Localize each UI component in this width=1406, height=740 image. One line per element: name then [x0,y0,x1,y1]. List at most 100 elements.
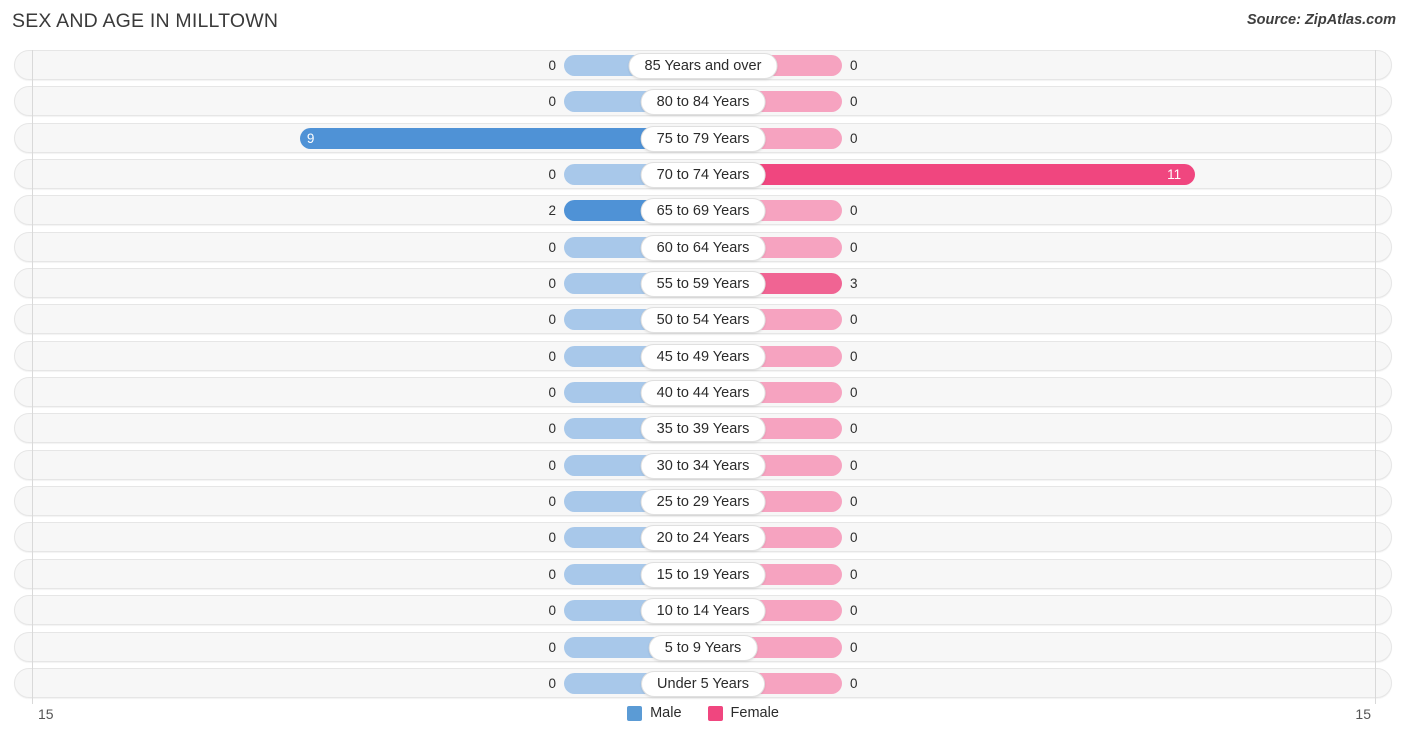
chart-footer: 15 15 Male Female [0,700,1406,740]
legend-item-male[interactable]: Male [627,705,682,721]
age-group-label: 10 to 14 Years [640,598,766,625]
bar-value-male: 0 [548,385,556,401]
bar-track: 0 3 55 to 59 Years [15,269,1391,298]
bar-value-female: 0 [850,94,858,110]
table-row: 0 0 85 Years and over [14,50,1392,80]
table-row: 0 0 35 to 39 Years [14,413,1392,444]
bar-track: 0 0 Under 5 Years [15,669,1391,697]
bar-track: 0 0 30 to 34 Years [15,451,1391,479]
age-group-label: 80 to 84 Years [640,89,766,116]
bar-value-female: 0 [850,421,858,437]
table-row: 2 0 65 to 69 Years [14,195,1392,226]
chart-legend: Male Female [0,705,1406,721]
bar-track: 0 0 50 to 54 Years [15,305,1391,334]
table-row: 0 0 10 to 14 Years [14,595,1392,626]
legend-item-female[interactable]: Female [707,705,779,721]
age-group-label: 15 to 19 Years [640,561,766,588]
table-row: 0 0 20 to 24 Years [14,522,1392,553]
legend-swatch-female-icon [707,705,723,721]
bar-track: 0 0 25 to 29 Years [15,487,1391,516]
table-row: 9 0 75 to 79 Years [14,122,1392,153]
bar-value-male: 0 [548,566,556,582]
bar-value-female: 0 [850,494,858,510]
table-row: 0 0 45 to 49 Years [14,340,1392,371]
bar-track: 0 0 10 to 14 Years [15,596,1391,625]
bar-value-female: 0 [850,58,858,73]
table-row: 0 0 15 to 19 Years [14,558,1392,589]
age-group-label: 40 to 44 Years [640,380,766,407]
bar-value-male: 9 [306,130,315,146]
bar-value-female: 0 [850,566,858,582]
chart-header: SEX AND AGE IN MILLTOWN Source: ZipAtlas… [0,0,1406,46]
age-group-label: 55 to 59 Years [640,271,766,298]
table-row: 0 0 30 to 34 Years [14,449,1392,480]
table-row: 0 0 40 to 44 Years [14,377,1392,408]
bar-value-male: 0 [548,421,556,437]
bar-value-female: 0 [850,130,858,146]
age-group-label: 50 to 54 Years [640,307,766,334]
age-group-label: 30 to 34 Years [640,452,766,479]
age-group-label: 85 Years and over [628,53,778,79]
axis-gridline-left [32,50,33,704]
bar-value-male: 0 [548,639,556,655]
table-row: 0 11 70 to 74 Years [14,159,1392,190]
bar-value-female: 0 [850,312,858,328]
bar-value-female: 0 [850,203,858,219]
bar-value-male: 0 [548,530,556,546]
bar-value-male: 0 [548,675,556,691]
chart-page: SEX AND AGE IN MILLTOWN Source: ZipAtlas… [0,0,1406,740]
bar-track: 0 0 20 to 24 Years [15,523,1391,552]
table-row: 0 0 25 to 29 Years [14,486,1392,517]
age-group-label: 65 to 69 Years [640,198,766,225]
bar-value-female: 0 [850,603,858,619]
age-group-label: 75 to 79 Years [640,125,766,152]
table-row: 0 0 80 to 84 Years [14,86,1392,117]
bar-track: 2 0 65 to 69 Years [15,196,1391,225]
bar-value-male: 0 [548,457,556,473]
table-row: 0 0 5 to 9 Years [14,631,1392,662]
bar-value-male: 2 [548,203,556,219]
age-group-label: 20 to 24 Years [640,525,766,552]
bar-track: 0 0 85 Years and over [15,51,1391,79]
bar-value-female: 0 [850,639,858,655]
bar-value-male: 0 [548,94,556,110]
bar-value-female: 0 [850,348,858,364]
age-group-label: 5 to 9 Years [648,634,758,661]
bar-value-male: 0 [548,58,556,73]
bar-track: 9 0 75 to 79 Years [15,124,1391,152]
source-attribution: Source: ZipAtlas.com [1246,12,1396,28]
bar-value-male: 0 [548,167,556,183]
bar-value-male: 0 [548,348,556,364]
axis-gridline-right [1375,50,1376,704]
bar-value-male: 0 [548,239,556,255]
legend-label-male: Male [650,705,682,721]
age-group-row-list: 0 0 85 Years and over 0 0 80 to 84 Years 9 0 75 … [14,50,1392,702]
bar-value-female: 11 [1167,167,1182,183]
pyramid-plot-area: 0 0 85 Years and over 0 0 80 to 84 Years 9 0 75 … [0,50,1406,704]
bar-track: 0 11 70 to 74 Years [15,160,1391,189]
age-group-label: 70 to 74 Years [640,162,766,189]
bar-value-female: 0 [850,675,858,691]
table-row: 0 0 50 to 54 Years [14,304,1392,335]
age-group-label: 25 to 29 Years [640,489,766,516]
table-row: 0 0 60 to 64 Years [14,231,1392,262]
bar-track: 0 0 5 to 9 Years [15,633,1391,661]
bar-track: 0 0 45 to 49 Years [15,342,1391,370]
table-row: 0 0 Under 5 Years [14,667,1392,698]
bar-value-female: 0 [850,457,858,473]
bar-value-female: 3 [850,276,858,292]
age-group-label: 35 to 39 Years [640,416,766,443]
bar-value-male: 0 [548,494,556,510]
legend-label-female: Female [730,705,779,721]
bar-value-female: 0 [850,239,858,255]
bar-female[interactable] [703,164,1196,186]
bar-value-female: 0 [850,385,858,401]
page-title: SEX AND AGE IN MILLTOWN [12,10,279,32]
bar-track: 0 0 35 to 39 Years [15,414,1391,443]
bar-track: 0 0 40 to 44 Years [15,378,1391,407]
bar-track: 0 0 15 to 19 Years [15,560,1391,588]
age-group-label: 60 to 64 Years [640,234,766,261]
bar-track: 0 0 80 to 84 Years [15,87,1391,116]
bar-value-male: 0 [548,603,556,619]
bar-value-female: 0 [850,530,858,546]
